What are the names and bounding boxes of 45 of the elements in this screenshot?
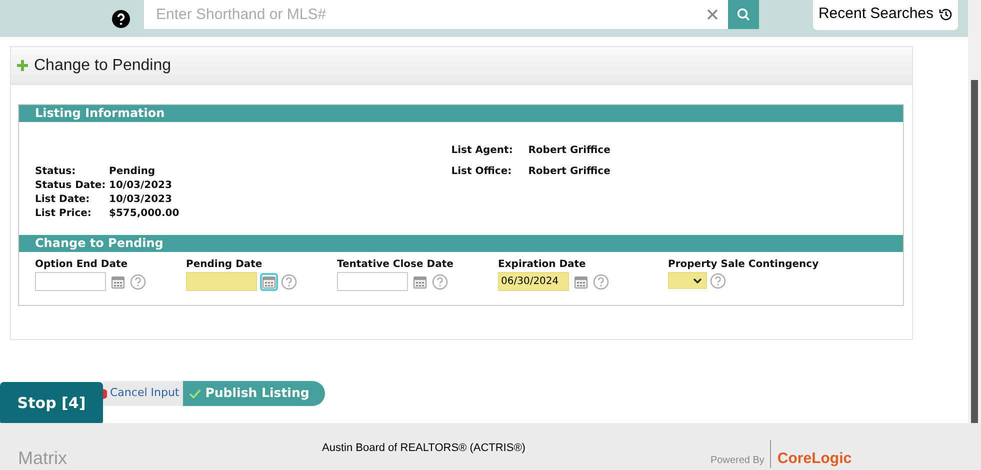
- search-field[interactable]: Enter Shorthand or MLS#: [144, 0, 728, 29]
- field-label: Pending Date: [186, 259, 264, 271]
- field-label: List Date:: [35, 193, 91, 207]
- plus-icon: [17, 60, 28, 71]
- field-value: Pending: [109, 165, 156, 179]
- cancel-icon: [103, 388, 107, 398]
- dropdown[interactable]: [668, 272, 707, 289]
- clear-icon[interactable]: [707, 9, 718, 20]
- section-header: Listing Information: [19, 105, 903, 122]
- field-label: Status Date:: [35, 179, 107, 193]
- field-label: Tentative Close Date: [337, 259, 454, 271]
- field-label: Property Sale Contingency: [668, 259, 820, 271]
- field-value: 10/03/2023: [109, 193, 173, 207]
- field-label: Status:: [35, 165, 77, 179]
- history-icon: [938, 7, 953, 22]
- search-button[interactable]: [728, 0, 759, 29]
- field-label: Option End Date: [35, 259, 129, 271]
- field-label: List Agent:: [451, 144, 514, 158]
- brand-logo: Matrix: [18, 448, 67, 468]
- section-header: Change to Pending: [19, 235, 903, 252]
- scrollbar[interactable]: [968, 0, 981, 423]
- field-label: List Office:: [451, 165, 513, 179]
- field-value: $575,000.00: [109, 207, 180, 221]
- footer-text: Austin Board of REALTORS® (ACTRIS®): [322, 440, 526, 456]
- publish-button[interactable]: Publish Listing: [183, 381, 326, 406]
- field-label: List Price:: [35, 207, 92, 221]
- help-icon[interactable]: [112, 10, 130, 28]
- field-value: Robert Griffice: [528, 144, 610, 158]
- chevron-icon: [693, 278, 702, 284]
- date-field[interactable]: [186, 272, 257, 291]
- field-value: 10/03/2023: [109, 179, 173, 193]
- calendar-icon[interactable]: [260, 272, 278, 290]
- company-logo: CoreLogic: [777, 450, 852, 468]
- date-field[interactable]: 06/30/2024: [498, 272, 569, 291]
- date-field[interactable]: [337, 272, 408, 291]
- search-icon: [737, 8, 750, 21]
- panel-title: Change to Pending: [34, 56, 171, 76]
- recent-searches-button[interactable]: Recent Searches: [813, 0, 958, 30]
- cancel-button[interactable]: Cancel Input: [103, 381, 184, 406]
- footer-text: Powered By: [710, 454, 764, 468]
- stop-button[interactable]: Stop [4]: [0, 382, 103, 425]
- field-value: Robert Griffice: [528, 165, 610, 179]
- check-icon: [189, 388, 202, 398]
- field-label: Expiration Date: [498, 259, 587, 271]
- date-field[interactable]: [35, 272, 106, 291]
